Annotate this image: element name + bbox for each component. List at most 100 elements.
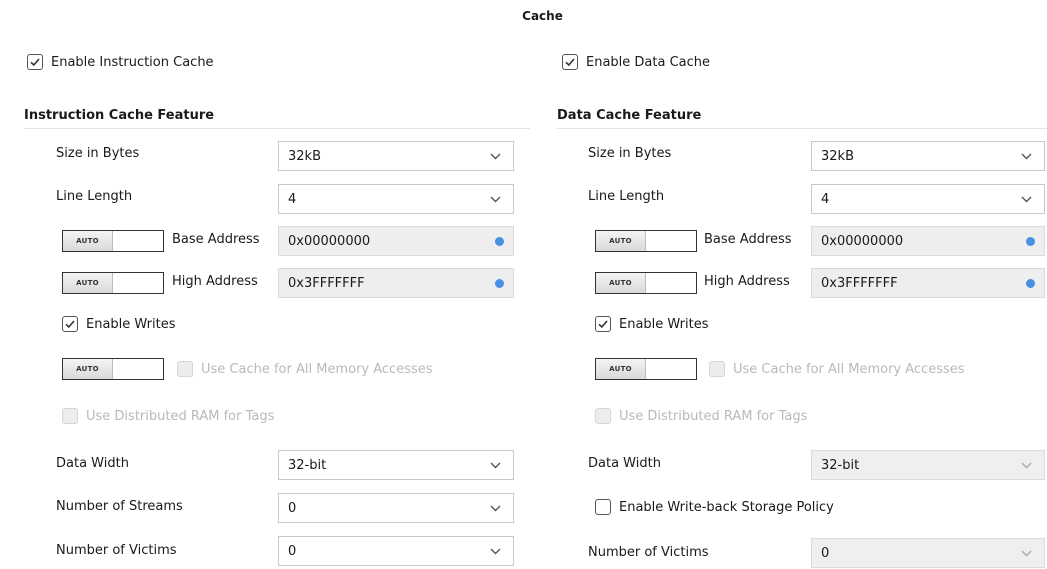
data-cache-section-title: Data Cache Feature [557, 108, 702, 123]
instruction-cache-section-title: Instruction Cache Feature [24, 108, 215, 123]
section-divider [557, 128, 1047, 129]
enable-data-cache-checkbox[interactable]: Enable Data Cache [562, 54, 710, 70]
chevron-down-icon [1014, 462, 1038, 469]
checkbox-box[interactable] [595, 499, 611, 515]
checkbox-box[interactable] [595, 316, 611, 332]
info-icon[interactable] [495, 236, 504, 246]
icache-victims-label: Number of Victims [56, 543, 177, 558]
icache-victims-value: 0 [288, 543, 297, 559]
info-icon[interactable] [1026, 278, 1035, 288]
icache-data-width-value: 32-bit [288, 457, 327, 473]
icache-streams-value: 0 [288, 500, 297, 516]
dcache-use-cache-auto-toggle[interactable]: AUTO [595, 358, 697, 380]
dcache-data-width-label: Data Width [588, 456, 661, 471]
chevron-down-icon [483, 462, 507, 469]
dcache-base-address-value: 0x00000000 [821, 233, 904, 249]
dcache-distributed-ram-label: Use Distributed RAM for Tags [619, 408, 808, 424]
dcache-writeback-label: Enable Write-back Storage Policy [619, 499, 834, 515]
icache-data-width-label: Data Width [56, 456, 129, 471]
chevron-down-icon [1014, 550, 1038, 557]
checkbox-box[interactable] [27, 54, 43, 70]
icache-high-auto-toggle[interactable]: AUTO [62, 272, 164, 294]
chevron-down-icon [483, 153, 507, 160]
enable-data-cache-label: Enable Data Cache [586, 54, 711, 70]
icache-streams-label: Number of Streams [56, 499, 183, 514]
dcache-base-address-field: 0x00000000 [811, 226, 1045, 256]
icache-distributed-ram-checkbox: Use Distributed RAM for Tags [62, 408, 274, 424]
dcache-size-value: 32kB [821, 148, 854, 164]
dcache-base-auto-toggle[interactable]: AUTO [595, 230, 697, 252]
icache-size-label: Size in Bytes [56, 146, 140, 161]
section-divider [24, 128, 530, 129]
auto-toggle-knob: AUTO [596, 359, 646, 379]
dcache-use-cache-all-label: Use Cache for All Memory Accesses [733, 361, 965, 377]
icache-base-address-value: 0x00000000 [288, 233, 371, 249]
dcache-base-address-label: Base Address [704, 232, 792, 247]
icache-high-address-value: 0x3FFFFFFF [288, 275, 365, 291]
icache-base-auto-toggle[interactable]: AUTO [62, 230, 164, 252]
icache-base-address-field: 0x00000000 [278, 226, 514, 256]
chevron-down-icon [1014, 153, 1038, 160]
checkbox-box [595, 408, 611, 424]
icache-size-value: 32kB [288, 148, 321, 164]
checkbox-box[interactable] [562, 54, 578, 70]
icache-line-length-select[interactable]: 4 [278, 184, 514, 214]
dcache-data-width-value: 32-bit [821, 457, 860, 473]
dcache-size-label: Size in Bytes [588, 146, 672, 161]
checkmark-icon [65, 320, 75, 329]
icache-use-cache-all-label: Use Cache for All Memory Accesses [201, 361, 433, 377]
info-icon[interactable] [1026, 236, 1035, 246]
icache-distributed-ram-label: Use Distributed RAM for Tags [86, 408, 275, 424]
dcache-distributed-ram-checkbox: Use Distributed RAM for Tags [595, 408, 807, 424]
icache-data-width-select[interactable]: 32-bit [278, 450, 514, 480]
dcache-high-address-value: 0x3FFFFFFF [821, 275, 898, 291]
icache-streams-select[interactable]: 0 [278, 493, 514, 523]
icache-victims-select[interactable]: 0 [278, 536, 514, 566]
icache-enable-writes-checkbox[interactable]: Enable Writes [62, 316, 176, 332]
auto-toggle-knob: AUTO [63, 359, 113, 379]
auto-toggle-knob: AUTO [63, 231, 113, 251]
checkbox-box [709, 361, 725, 377]
chevron-down-icon [483, 548, 507, 555]
dcache-victims-label: Number of Victims [588, 545, 709, 560]
icache-base-address-label: Base Address [172, 232, 260, 247]
checkbox-box [62, 408, 78, 424]
dcache-line-length-value: 4 [821, 191, 830, 207]
dcache-line-length-label: Line Length [588, 189, 665, 204]
chevron-down-icon [483, 505, 507, 512]
auto-toggle-knob: AUTO [596, 273, 646, 293]
checkbox-box[interactable] [62, 316, 78, 332]
dcache-writeback-checkbox[interactable]: Enable Write-back Storage Policy [595, 499, 834, 515]
data-cache-panel: Enable Data Cache Data Cache Feature Siz… [530, 0, 1047, 569]
dcache-size-select[interactable]: 32kB [811, 141, 1045, 171]
dcache-victims-value: 0 [821, 545, 830, 561]
dcache-enable-writes-checkbox[interactable]: Enable Writes [595, 316, 709, 332]
icache-use-cache-auto-toggle[interactable]: AUTO [62, 358, 164, 380]
checkmark-icon [598, 320, 608, 329]
checkmark-icon [565, 58, 575, 67]
icache-line-length-value: 4 [288, 191, 297, 207]
icache-enable-writes-label: Enable Writes [86, 316, 176, 332]
auto-toggle-knob: AUTO [596, 231, 646, 251]
info-icon[interactable] [495, 278, 504, 288]
dcache-high-address-label: High Address [704, 274, 790, 289]
icache-line-length-label: Line Length [56, 189, 133, 204]
icache-use-cache-all-checkbox: Use Cache for All Memory Accesses [177, 361, 433, 377]
dcache-enable-writes-label: Enable Writes [619, 316, 709, 332]
chevron-down-icon [1014, 196, 1038, 203]
instruction-cache-panel: Enable Instruction Cache Instruction Cac… [0, 0, 530, 569]
dcache-line-length-select[interactable]: 4 [811, 184, 1045, 214]
icache-high-address-label: High Address [172, 274, 258, 289]
dcache-high-address-field: 0x3FFFFFFF [811, 268, 1045, 298]
dcache-data-width-select: 32-bit [811, 450, 1045, 480]
chevron-down-icon [483, 196, 507, 203]
checkmark-icon [30, 58, 40, 67]
icache-size-select[interactable]: 32kB [278, 141, 514, 171]
dcache-victims-select: 0 [811, 538, 1045, 568]
dcache-use-cache-all-checkbox: Use Cache for All Memory Accesses [709, 361, 965, 377]
checkbox-box [177, 361, 193, 377]
enable-instruction-cache-checkbox[interactable]: Enable Instruction Cache [27, 54, 214, 70]
dcache-high-auto-toggle[interactable]: AUTO [595, 272, 697, 294]
enable-instruction-cache-label: Enable Instruction Cache [51, 54, 214, 70]
auto-toggle-knob: AUTO [63, 273, 113, 293]
